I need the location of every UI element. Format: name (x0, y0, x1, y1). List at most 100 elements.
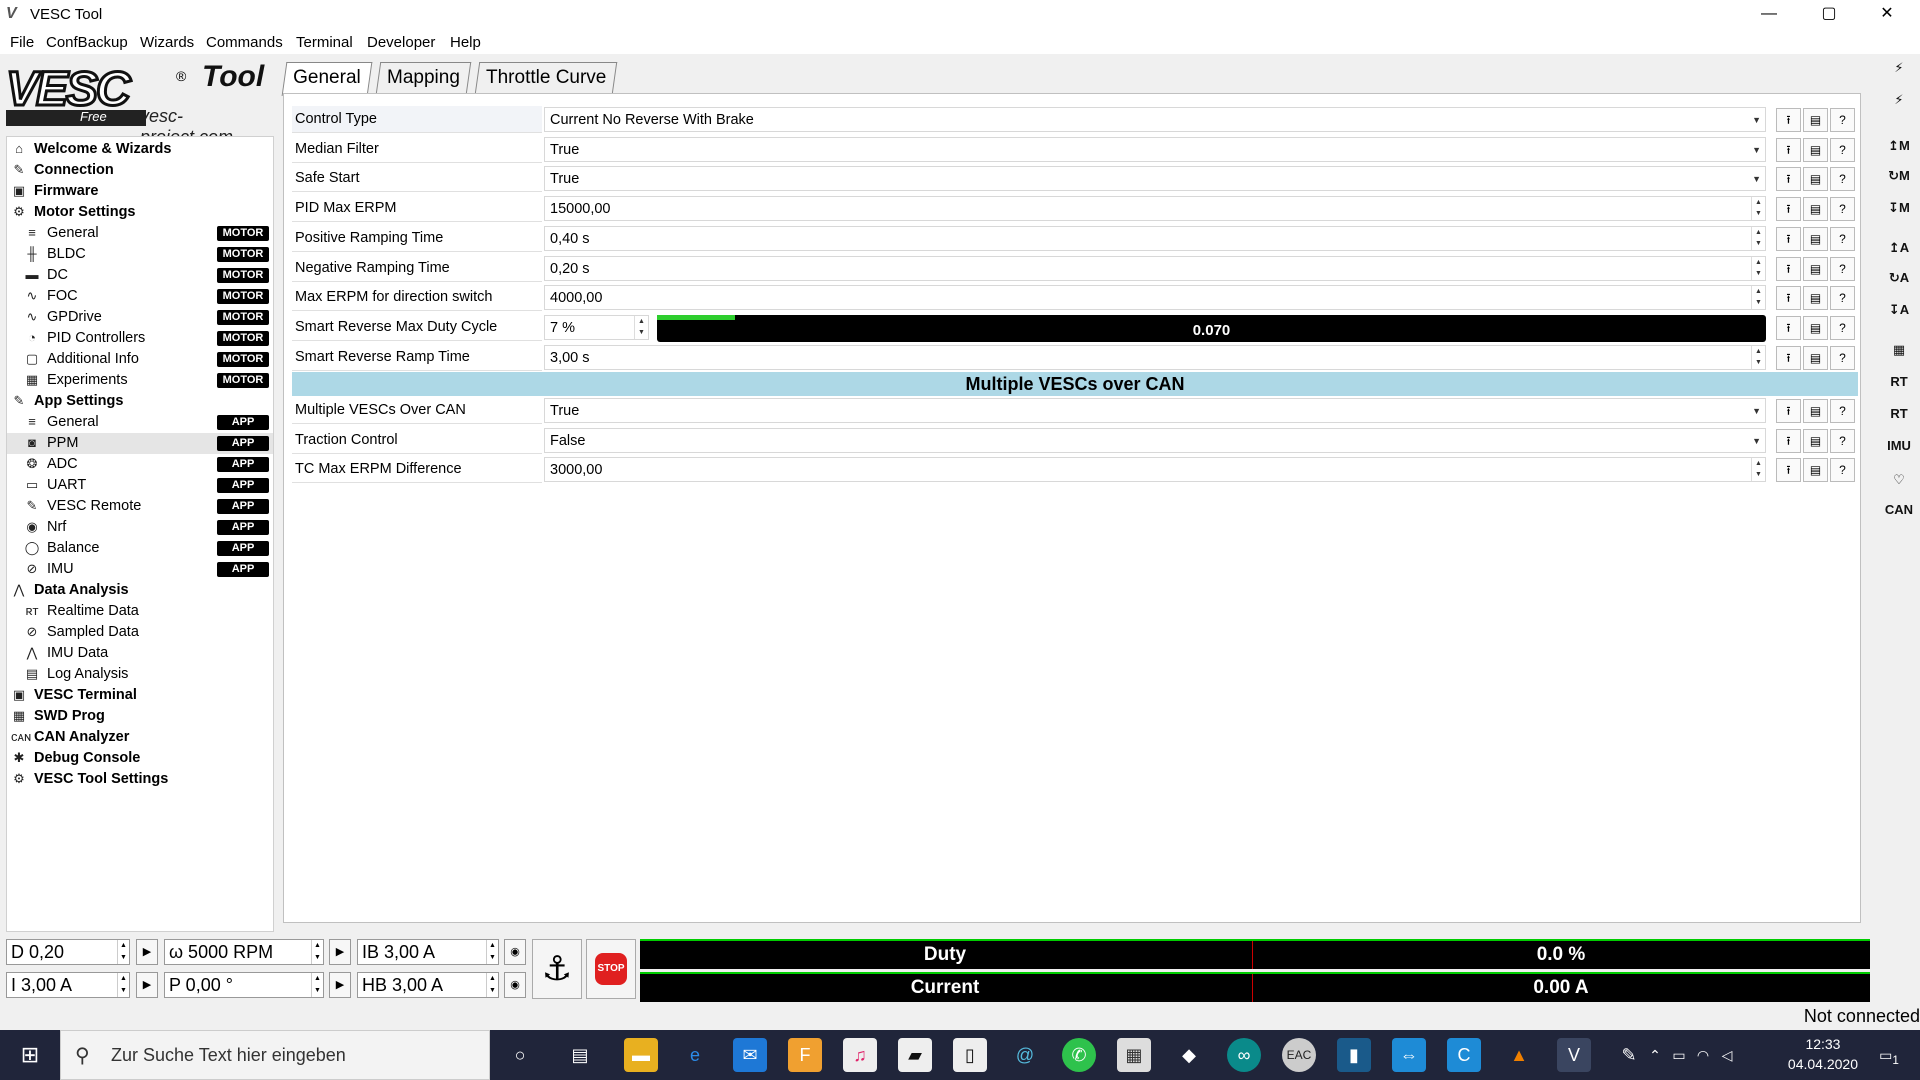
can-network-icon[interactable]: ▦ (1884, 338, 1914, 362)
tab-general[interactable]: General (281, 62, 372, 96)
sidebar-item-general[interactable]: ≡ General APP (7, 412, 273, 433)
sidebar-item-dc[interactable]: ▬ DC MOTOR (7, 265, 273, 286)
sidebar-item-app-settings[interactable]: ✎ App Settings (7, 391, 273, 412)
help-icon[interactable]: ? (1830, 428, 1855, 453)
param-spin-box[interactable]: 3000,00 ▲ ▼ (544, 457, 1766, 483)
sidebar-item-vesc-remote[interactable]: ✎ VESC Remote APP (7, 496, 273, 517)
sidebar-item-welcome-wizards[interactable]: ⌂ Welcome & Wizards (7, 139, 273, 160)
param-combo-box[interactable]: True ▼ (544, 398, 1766, 423)
ms-store-icon[interactable]: ▦ (1117, 1038, 1151, 1072)
param-combo-box[interactable]: Current No Reverse With Brake ▼ (544, 107, 1766, 132)
sidebar-item-realtime-data[interactable]: ʀᴛ Realtime Data (7, 601, 273, 622)
param-spin-box[interactable]: 0,20 s ▲ ▼ (544, 255, 1766, 281)
position-play-button[interactable]: ▶ (329, 972, 351, 998)
edge-icon[interactable]: e (678, 1038, 712, 1072)
upload-app-icon[interactable]: ↥A (1884, 236, 1914, 260)
maximize-button[interactable]: ▢ (1806, 0, 1852, 30)
read-default-icon[interactable]: ▤ (1803, 315, 1828, 340)
help-icon[interactable]: ? (1830, 197, 1855, 222)
param-combo-box[interactable]: True ▼ (544, 136, 1766, 162)
tab-throttle-curve[interactable]: Throttle Curve (474, 62, 618, 94)
read-default-icon[interactable]: ▤ (1803, 399, 1828, 423)
duty-play-button[interactable]: ▶ (136, 939, 158, 965)
upload-icon[interactable]: ⭱ (1776, 167, 1801, 192)
upload-icon[interactable]: ⭱ (1776, 226, 1801, 251)
heart-icon[interactable]: ♡ (1884, 468, 1914, 492)
taskbar-search[interactable]: ⚲ Zur Suche Text hier eingeben (60, 1030, 490, 1080)
spin-arrows-icon[interactable]: ▲ ▼ (1751, 458, 1765, 482)
vlc-icon[interactable]: ▲ (1502, 1038, 1536, 1072)
upload-icon[interactable]: ⭱ (1776, 399, 1801, 423)
help-icon[interactable]: ? (1830, 286, 1855, 311)
eac-icon[interactable]: EAC (1282, 1038, 1316, 1072)
menu-terminal[interactable]: Terminal (296, 34, 353, 51)
brake-current-input[interactable]: IB 3,00 A ▲ ▼ (357, 939, 499, 965)
upload-icon[interactable]: ⭱ (1776, 345, 1801, 370)
upload-icon[interactable]: ⭱ (1776, 137, 1801, 162)
spin-arrows-icon[interactable]: ▲ ▼ (1751, 197, 1765, 221)
help-icon[interactable]: ? (1830, 226, 1855, 251)
read-default-icon[interactable]: ▤ (1803, 458, 1828, 483)
minimize-button[interactable]: — (1746, 0, 1792, 30)
sidebar-item-swd-prog[interactable]: ▦ SWD Prog (7, 706, 273, 727)
can-icon[interactable]: CAN (1884, 498, 1914, 522)
notifications-icon[interactable]: ▭1 (1872, 1038, 1906, 1072)
current-input[interactable]: I 3,00 A ▲ ▼ (6, 972, 130, 998)
help-icon[interactable]: ? (1830, 167, 1855, 192)
sidebar-item-sampled-data[interactable]: ⊘ Sampled Data (7, 622, 273, 643)
rpm-play-button[interactable]: ▶ (329, 939, 351, 965)
upload-icon[interactable]: ⭱ (1776, 458, 1801, 483)
tray-chevron-icon[interactable]: ⌃ (1645, 1038, 1665, 1072)
sidebar-item-motor-settings[interactable]: ⚙ Motor Settings (7, 202, 273, 223)
param-combo-box[interactable]: False ▼ (544, 427, 1766, 453)
param-value-input[interactable]: 7 % ▲ ▼ (544, 314, 649, 340)
sidebar-item-imu-data[interactable]: ⋀ IMU Data (7, 643, 273, 664)
sidebar-item-gpdrive[interactable]: ∿ GPDrive MOTOR (7, 307, 273, 328)
key-icon[interactable]: ⚡ (1884, 88, 1914, 112)
wifi-icon[interactable]: ◠ (1692, 1038, 1714, 1072)
sidebar-item-general[interactable]: ≡ General MOTOR (7, 223, 273, 244)
help-icon[interactable]: ? (1830, 137, 1855, 162)
sidebar-item-vesc-terminal[interactable]: ▣ VESC Terminal (7, 685, 273, 706)
upload-icon[interactable]: ⭱ (1776, 197, 1801, 222)
sidebar-item-vesc-tool-settings[interactable]: ⚙ VESC Tool Settings (7, 769, 273, 790)
sidebar-item-adc[interactable]: ❂ ADC APP (7, 454, 273, 475)
read-default-icon[interactable]: ▤ (1803, 256, 1828, 281)
sidebar-item-imu[interactable]: ⊘ IMU APP (7, 559, 273, 580)
teamviewer-icon[interactable]: ⇔ (1392, 1038, 1426, 1072)
arduino-icon[interactable]: ∞ (1227, 1038, 1261, 1072)
task-view-icon[interactable]: ▤ (563, 1038, 597, 1072)
param-combo-box[interactable]: True ▼ (544, 166, 1766, 192)
c-app-icon[interactable]: C (1447, 1038, 1481, 1072)
upload-icon[interactable]: ⭱ (1776, 428, 1801, 453)
realtime-app-icon[interactable]: RT (1884, 402, 1914, 426)
read-default-icon[interactable]: ▤ (1803, 428, 1828, 453)
battery-icon[interactable]: ▭ (1668, 1038, 1690, 1072)
tab-mapping[interactable]: Mapping (375, 62, 472, 94)
handbrake-input[interactable]: HB 3,00 A ▲ ▼ (357, 972, 499, 998)
help-icon[interactable]: ? (1830, 458, 1855, 483)
itunes-icon[interactable]: ♫ (843, 1038, 877, 1072)
read-default-icon[interactable]: ▤ (1803, 137, 1828, 162)
read-motor-icon[interactable]: ↻M (1884, 164, 1914, 188)
read-app-icon[interactable]: ↻A (1884, 266, 1914, 290)
key-icon[interactable]: ⚡ (1884, 56, 1914, 80)
read-default-icon[interactable]: ▤ (1803, 345, 1828, 370)
imu-icon[interactable]: IMU (1884, 434, 1914, 458)
document-icon[interactable]: ▯ (953, 1038, 987, 1072)
upload-icon[interactable]: ⭱ (1776, 286, 1801, 311)
menu-developer[interactable]: Developer (367, 34, 435, 51)
close-button[interactable]: ✕ (1864, 0, 1910, 30)
sidebar-item-balance[interactable]: ◯ Balance APP (7, 538, 273, 559)
upload-icon[interactable]: ⭱ (1776, 108, 1801, 132)
param-spin-box[interactable]: 4000,00 ▲ ▼ (544, 285, 1766, 311)
volume-icon[interactable]: ◁ (1716, 1038, 1738, 1072)
sidebar-item-data-analysis[interactable]: ⋀ Data Analysis (7, 580, 273, 601)
read-default-icon[interactable]: ▤ (1803, 167, 1828, 192)
start-button[interactable]: ⊞ (0, 1030, 60, 1080)
position-input[interactable]: P 0,00 ° ▲ ▼ (164, 972, 324, 998)
param-spin-box[interactable]: 0,40 s ▲ ▼ (544, 225, 1766, 251)
file-explorer-icon[interactable]: ▬ (624, 1038, 658, 1072)
anchor-button[interactable]: ⚓ (532, 939, 582, 999)
read-default-icon[interactable]: ▤ (1803, 226, 1828, 251)
